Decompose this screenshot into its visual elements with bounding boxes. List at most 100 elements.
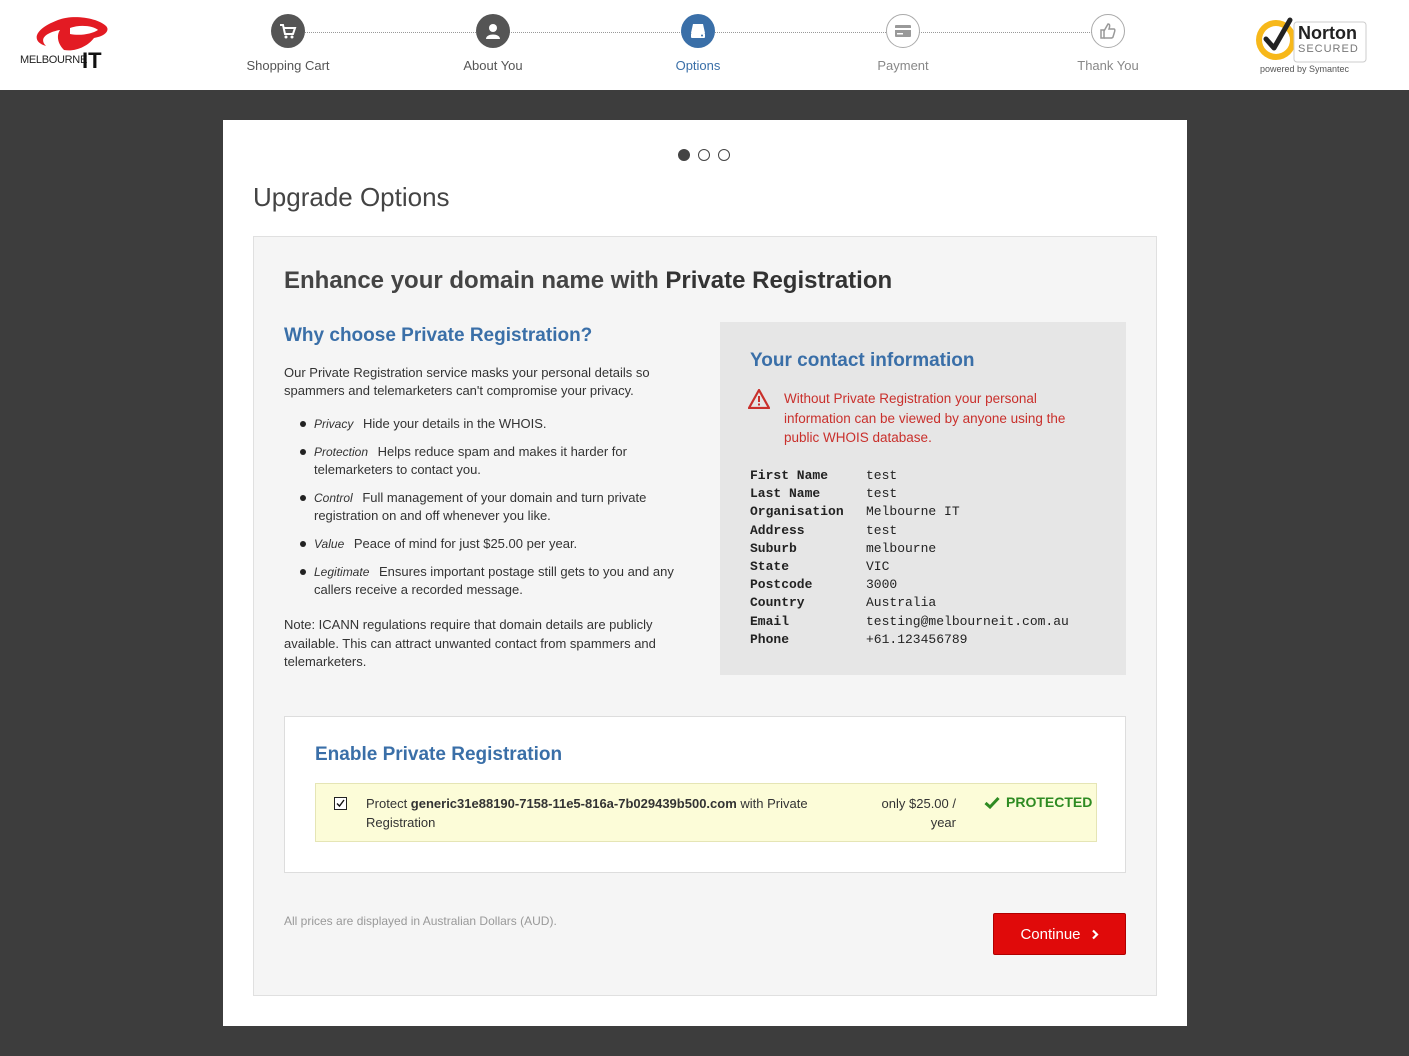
contact-value: test (866, 522, 898, 538)
contact-key: Postcode (750, 577, 813, 593)
step-label: Options (675, 58, 721, 73)
step-shopping-cart[interactable]: Shopping Cart (218, 14, 358, 73)
benefit-text: Full management of your domain and turn … (314, 490, 647, 523)
continue-label: Continue (1020, 925, 1081, 943)
checkmark-icon (336, 799, 345, 808)
options-card: Upgrade Options Enhance your domain name… (223, 120, 1187, 1026)
benefit-term: Value (314, 537, 345, 551)
headline: Enhance your domain name with Private Re… (284, 267, 892, 295)
step-label: About You (463, 58, 523, 73)
contact-title: Your contact information (750, 350, 975, 371)
thumbs-up-icon (1091, 14, 1125, 48)
check-icon (984, 796, 1000, 809)
benefit-text: Peace of mind for just $25.00 per year. (353, 536, 578, 551)
carousel-dot[interactable] (698, 149, 710, 161)
benefit-item: Control Full management of your domain a… (300, 489, 690, 525)
contact-key: Phone (750, 631, 790, 647)
why-intro: Our Private Registration service masks y… (284, 365, 650, 398)
private-registration-panel: Enhance your domain name with Private Re… (253, 236, 1157, 996)
contact-key: Last Name (750, 486, 821, 502)
card-icon (886, 14, 920, 48)
enable-private-registration-box: Enable Private Registration Protect gene… (284, 716, 1126, 873)
contact-row: Phone +61.123456789 (750, 632, 1069, 650)
protect-domain-row[interactable]: Protect generic31e88190-7158-11e5-816a-7… (315, 783, 1097, 842)
benefit-term: Legitimate (314, 565, 370, 579)
protected-status: PROTECTED (984, 794, 1092, 810)
norton-powered: powered by Symantec (1260, 64, 1350, 74)
continue-button[interactable]: Continue (993, 913, 1126, 955)
step-thank-you[interactable]: Thank You (1038, 14, 1178, 73)
contact-table: First Name test Last Name test Organisatio… (750, 468, 1069, 650)
contact-value: melbourne (866, 540, 937, 556)
headline-product: Private Registration (665, 267, 893, 294)
chevron-right-icon (1091, 929, 1099, 939)
contact-key: First Name (750, 468, 829, 483)
contact-row: Last Name test (750, 486, 1069, 504)
cart-icon (271, 14, 305, 48)
step-payment[interactable]: Payment (833, 14, 973, 73)
drive-icon (681, 14, 715, 48)
benefit-item: Legitimate Ensures important postage sti… (300, 563, 690, 599)
contact-key: Country (750, 595, 805, 611)
benefits-list: Privacy Hide your details in the WHOIS. … (300, 415, 690, 609)
norton-name: Norton (1298, 23, 1357, 43)
norton-secured: SECURED (1298, 43, 1359, 55)
step-label: Shopping Cart (246, 58, 330, 73)
contact-row: First Name test (750, 468, 1069, 486)
warning-icon (748, 389, 770, 409)
contact-value: +61.123456789 (866, 631, 968, 647)
protect-prefix: Protect (366, 796, 411, 811)
contact-value: VIC (866, 558, 890, 574)
benefit-item: Protection Helps reduce spam and makes i… (300, 443, 690, 479)
currency-footnote: All prices are displayed in Australian D… (284, 914, 557, 928)
contact-row: Country Australia (750, 595, 1069, 613)
carousel-dot[interactable] (678, 149, 690, 161)
step-label: Payment (877, 58, 929, 73)
benefit-term: Protection (314, 445, 369, 459)
step-options[interactable]: Options (628, 14, 768, 73)
protect-checkbox[interactable] (334, 797, 347, 810)
user-icon (476, 14, 510, 48)
contact-key: Organisation (750, 504, 844, 520)
contact-value: test (866, 468, 898, 483)
why-title: Why choose Private Registration? (284, 325, 593, 346)
contact-row: Email testing@melbourneit.com.au (750, 614, 1069, 632)
contact-row: Address test (750, 523, 1069, 541)
contact-value: Melbourne IT (866, 504, 960, 520)
price-label: only $25.00 / year (881, 796, 956, 830)
melbourne-it-logo[interactable]: MELBOURNE IT (18, 16, 113, 74)
benefit-term: Control (314, 491, 353, 505)
page-title: Upgrade Options (253, 182, 450, 212)
headline-prefix: Enhance your domain name with (284, 267, 666, 294)
enable-title: Enable Private Registration (315, 744, 563, 765)
status-text: PROTECTED (1006, 794, 1093, 810)
contact-value: testing@melbourneit.com.au (866, 613, 1069, 629)
contact-row: Postcode 3000 (750, 577, 1069, 595)
contact-key: State (750, 558, 790, 574)
logo-it-mark: IT (82, 48, 102, 73)
step-label: Thank You (1077, 58, 1139, 73)
step-about-you[interactable]: About You (423, 14, 563, 73)
carousel-dot[interactable] (718, 149, 730, 161)
protect-description: Protect generic31e88190-7158-11e5-816a-7… (366, 794, 836, 832)
icann-note: Note: ICANN regulations require that dom… (284, 617, 656, 669)
contact-key: Address (750, 522, 805, 538)
logo-wordmark: MELBOURNE (20, 54, 87, 66)
contact-value: test (866, 486, 898, 502)
whois-warning: Without Private Registration your person… (784, 391, 1066, 445)
contact-row: Organisation Melbourne IT (750, 504, 1069, 522)
benefit-item: Privacy Hide your details in the WHOIS. (300, 415, 690, 433)
contact-row: Suburb melbourne (750, 541, 1069, 559)
contact-key: Suburb (750, 540, 797, 556)
contact-value: 3000 (866, 577, 898, 593)
carousel-dots (678, 149, 730, 161)
contact-row: State VIC (750, 559, 1069, 577)
contact-info-box: Your contact information Without Private… (720, 322, 1126, 675)
norton-secured-badge[interactable]: Norton SECURED powered by Symantec (1254, 14, 1369, 76)
benefit-item: Value Peace of mind for just $25.00 per … (300, 535, 690, 553)
benefit-text: Hide your details in the WHOIS. (362, 416, 547, 431)
site-header: MELBOURNE IT Shopping Cart About You Opt… (0, 0, 1409, 90)
domain-name: generic31e88190-7158-11e5-816a-7b029439b… (410, 796, 737, 811)
contact-key: Email (750, 613, 790, 629)
benefit-term: Privacy (314, 417, 354, 431)
